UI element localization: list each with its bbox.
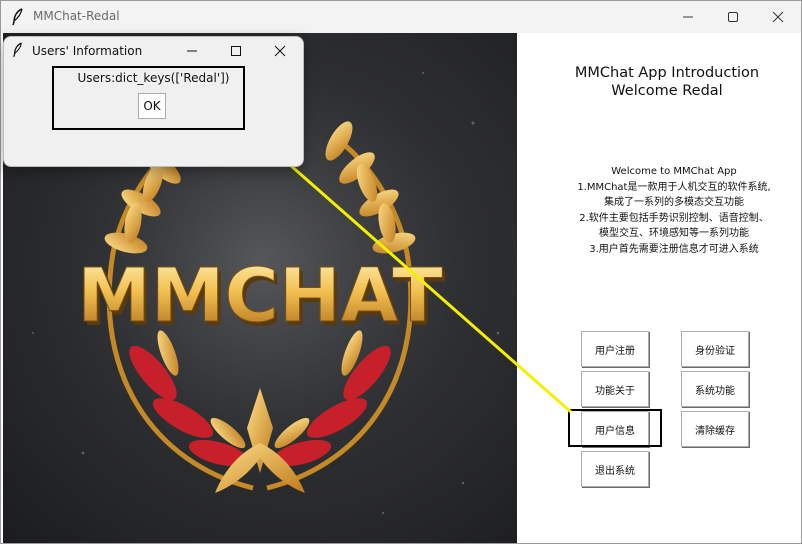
dialog-titlebar[interactable]: Users' Information — [4, 37, 303, 65]
intro-line: 2.软件主要包括手势识别控制、语音控制、 — [579, 212, 769, 224]
dialog-highlight-box — [52, 66, 245, 130]
system-function-button[interactable]: 系统功能 — [681, 371, 749, 407]
clear-cache-button[interactable]: 清除缓存 — [681, 411, 749, 447]
intro-line: 1.MMChat是一款用于人机交互的软件系统, — [577, 181, 771, 193]
main-titlebar[interactable]: MMChat-Redal — [1, 1, 801, 33]
dialog-close-button[interactable] — [258, 37, 302, 65]
feather-icon — [12, 8, 23, 26]
close-icon — [274, 45, 286, 57]
logo-text: MMCHAT — [77, 253, 443, 339]
dialog-title: Users' Information — [32, 44, 143, 58]
intro-title-line1: MMChat App Introduction — [574, 65, 760, 81]
close-icon — [772, 11, 784, 23]
user-info-highlight-box — [568, 409, 662, 447]
intro-line: Welcome to MMChat App — [611, 166, 737, 177]
window-title: MMChat-Redal — [33, 9, 120, 23]
minimize-button[interactable] — [665, 1, 711, 33]
close-button[interactable] — [755, 1, 801, 33]
minimize-icon — [683, 16, 693, 18]
about-button[interactable]: 功能关于 — [581, 371, 649, 407]
maximize-button[interactable] — [710, 1, 756, 33]
intro-line: 模型交互、环境感知等一系列功能 — [599, 228, 749, 239]
feather-icon — [13, 42, 22, 58]
intro-line: 3.用户首先需要注册信息才可进入系统 — [589, 243, 759, 255]
minimize-icon — [187, 50, 197, 52]
intro-line: 集成了一系列的多模态交互功能 — [604, 197, 744, 208]
intro-panel: MMChat App Introduction Welcome Redal We… — [517, 33, 801, 543]
intro-description: Welcome to MMChat App 1.MMChat是一款用于人机交互的… — [539, 164, 802, 257]
dialog-minimize-button[interactable] — [170, 37, 214, 65]
intro-title-line2: Welcome Redal — [611, 83, 723, 99]
maximize-icon — [728, 12, 738, 22]
exit-button[interactable]: 退出系统 — [581, 451, 649, 487]
maximize-icon — [231, 46, 241, 56]
verify-button[interactable]: 身份验证 — [681, 331, 749, 367]
register-button[interactable]: 用户注册 — [581, 331, 649, 367]
dialog-maximize-button[interactable] — [214, 37, 258, 65]
